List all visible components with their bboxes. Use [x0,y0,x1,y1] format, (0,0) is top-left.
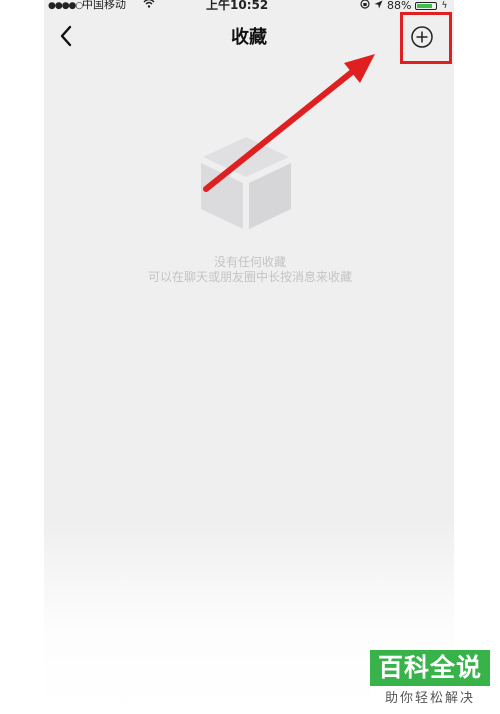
wifi-icon [143,0,155,11]
page-title: 收藏 [231,27,267,48]
battery-icon [415,1,438,10]
highlight-box [400,12,452,64]
watermark-subtitle: 助你轻松解决 [384,691,475,706]
watermark-title: 百科全说 [370,650,490,686]
app-screen [44,0,454,714]
box-icon [197,133,295,231]
nav-bar: 收藏 [44,14,454,58]
watermark-logo: 百科全说 助你轻松解决 [370,650,490,710]
status-time: 上午10:52 [206,0,269,12]
carrier-label: 中国移动 [82,0,126,11]
battery-percent: 88% [387,0,412,12]
empty-hint: 可以在聊天或朋友圈中长按消息来收藏 [147,270,352,284]
lock-rotation-icon [360,0,370,12]
status-right: 88% ϟ [360,0,447,12]
location-icon [374,0,383,12]
charging-icon: ϟ [441,0,448,11]
status-bar: ●●●●○ 中国移动 上午10:52 88% ϟ [44,0,454,12]
signal-icon: ●●●●○ [48,1,83,11]
